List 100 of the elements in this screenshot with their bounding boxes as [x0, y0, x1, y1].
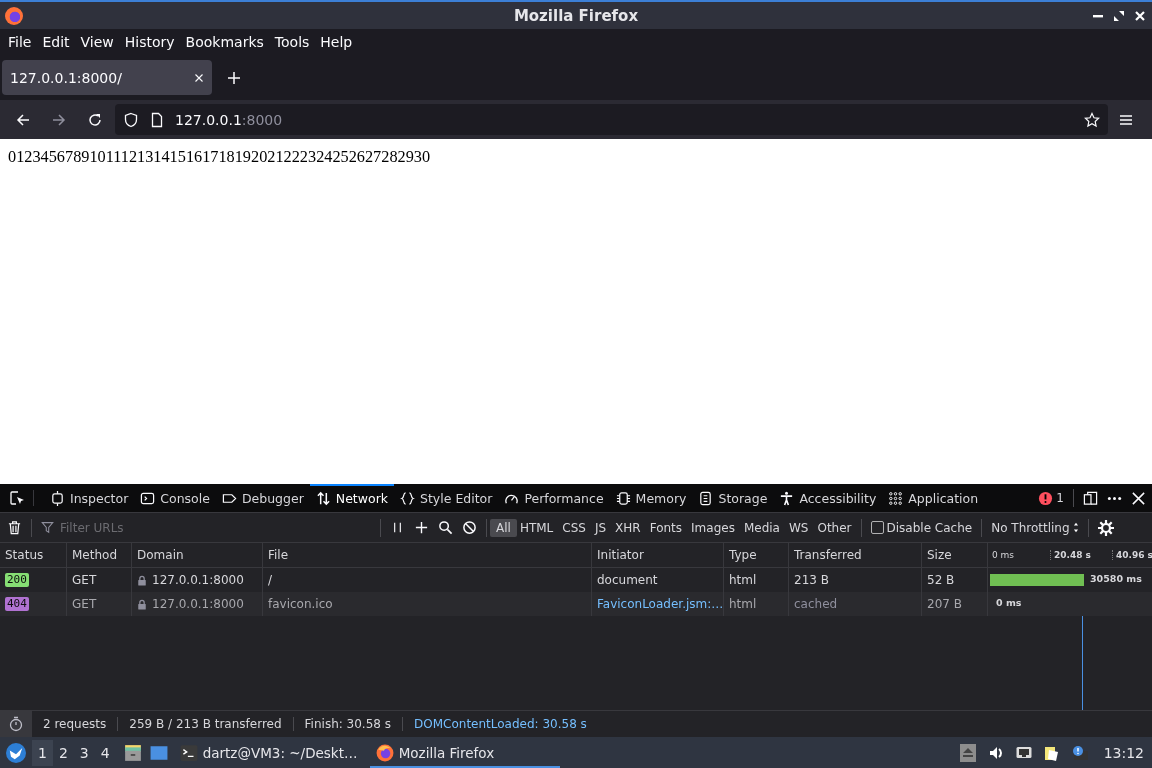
throttling-dropdown[interactable]: No Throttling — [991, 520, 1079, 535]
picker-icon[interactable] — [9, 490, 34, 506]
page-text: 0123456789101112131415161718192021222324252627282930 — [8, 147, 432, 167]
devtools-tab[interactable]: Memory — [609, 484, 693, 512]
tab-title: 127.0.0.1:8000/ — [10, 69, 123, 86]
console-icon — [140, 490, 156, 506]
back-icon[interactable] — [15, 111, 31, 128]
menu-item[interactable]: History — [122, 34, 181, 50]
table-cell: 52 B — [927, 573, 955, 587]
file-cabinet-icon[interactable] — [123, 743, 142, 762]
timing-label: 0 ms — [996, 597, 1022, 608]
filter-icon — [41, 521, 54, 534]
column-header[interactable]: Domain — [137, 548, 184, 562]
menu-item[interactable]: Tools — [272, 34, 316, 50]
search-icon[interactable] — [438, 520, 453, 535]
stopwatch-icon[interactable] — [0, 711, 32, 737]
devtools-tab[interactable]: Application — [882, 484, 985, 512]
table-cell: GET — [72, 573, 97, 587]
filter-field[interactable]: Filter URLs — [58, 519, 362, 536]
trash-icon[interactable] — [7, 520, 22, 535]
lock-icon — [137, 598, 147, 610]
dom-content-loaded-time: DOMContentLoaded: 30.58 s — [413, 717, 588, 731]
transfer-summary: 259 B / 213 B transferred — [118, 717, 294, 731]
person-icon — [779, 490, 795, 506]
info-icon[interactable] — [1071, 743, 1088, 762]
error-icon[interactable] — [1038, 490, 1054, 506]
column-header[interactable]: Method — [72, 548, 117, 562]
devtools-tab[interactable]: Storage — [692, 484, 774, 512]
storage-icon — [698, 490, 714, 506]
menu-item[interactable]: File — [6, 34, 38, 50]
taskbar-item[interactable]: Mozilla Firefox — [369, 737, 560, 768]
firefox-logo-icon — [5, 6, 23, 25]
address-bar[interactable]: 127.0.0.1:8000 — [115, 104, 1108, 135]
disable-cache-checkbox[interactable]: Disable Cache — [870, 520, 973, 535]
column-header[interactable]: Size — [927, 548, 952, 562]
table-cell: cached — [794, 597, 838, 611]
timeline-tick: 0 ms — [992, 550, 1016, 560]
table-cell: 213 B — [794, 573, 829, 587]
menu-item[interactable]: View — [78, 34, 120, 50]
table-cell: 127.0.0.1:8000 — [152, 597, 244, 611]
column-header[interactable]: Transferred — [794, 548, 862, 562]
table-cell: favicon.ico — [268, 597, 333, 611]
table-cell: document — [597, 573, 658, 587]
devtools-tab[interactable]: Style Editor — [394, 484, 499, 512]
table-cell: 207 B — [927, 597, 962, 611]
timing-label: 30580 ms — [1089, 573, 1142, 584]
new-tab-icon[interactable] — [226, 69, 242, 86]
devtools-tab[interactable]: Network — [309, 484, 394, 512]
terminal-icon — [179, 743, 198, 762]
block-icon[interactable] — [462, 520, 477, 535]
table-cell: 127.0.0.1:8000 — [152, 573, 244, 587]
close-icon[interactable] — [1134, 9, 1146, 22]
shield-icon[interactable] — [123, 111, 139, 128]
workspace-button[interactable]: 2 — [52, 739, 74, 766]
finish-time: Finish: 30.58 s — [293, 717, 403, 731]
devtools-tab[interactable]: Accessibility — [773, 484, 883, 512]
lock-icon — [137, 574, 147, 586]
error-count[interactable]: 1 — [1056, 491, 1064, 505]
column-header[interactable]: Initiator — [597, 548, 644, 562]
devtools-tab[interactable]: Debugger — [215, 484, 310, 512]
menu-item[interactable]: Help — [318, 34, 359, 50]
workspace-button[interactable]: 4 — [94, 739, 116, 766]
menu-item[interactable]: Bookmarks — [183, 34, 270, 50]
table-cell: html — [729, 573, 757, 587]
reload-icon[interactable] — [87, 111, 103, 128]
table-cell: html — [729, 597, 757, 611]
column-header[interactable]: Type — [729, 548, 757, 562]
request-count: 2 requests — [32, 717, 119, 731]
browser-tab[interactable]: 127.0.0.1:8000/ — [2, 60, 212, 95]
window-icon[interactable] — [149, 743, 168, 762]
filter-button[interactable]: All — [490, 518, 517, 537]
column-header[interactable]: Status — [5, 548, 44, 562]
plus-icon[interactable] — [414, 520, 429, 535]
devtools-tab[interactable]: Console — [134, 484, 216, 512]
workspace-button[interactable]: 1 — [32, 739, 53, 766]
taskbar-item[interactable]: dartz@VM3: ~/Deskt… — [173, 737, 364, 768]
timeline-tick: 40.96 s — [1112, 550, 1152, 560]
menu-item[interactable]: Edit — [40, 34, 76, 50]
star-icon[interactable] — [1084, 111, 1100, 128]
eject-icon[interactable] — [959, 743, 976, 762]
settings-icon[interactable] — [1097, 519, 1114, 536]
url-text: 127.0.0.1:8000 — [175, 111, 284, 128]
status-code: 404 — [5, 597, 29, 611]
maximize-icon[interactable] — [1113, 9, 1125, 22]
column-header[interactable]: File — [268, 548, 289, 562]
firefox-logo-icon — [375, 743, 394, 762]
window-title: Mozilla Firefox — [513, 6, 639, 25]
clock[interactable]: 13:12 — [1103, 744, 1144, 761]
updown-icon — [1072, 522, 1079, 533]
close-icon[interactable] — [1131, 490, 1146, 506]
devtools-tab[interactable]: Performance — [498, 484, 610, 512]
braces-icon — [400, 490, 415, 506]
timeline-tick: 20.48 s — [1050, 550, 1112, 560]
arrows-icon — [315, 490, 331, 506]
workspace-button[interactable]: 3 — [73, 739, 95, 766]
table-cell: / — [268, 573, 273, 587]
dock-icon[interactable] — [1083, 490, 1098, 506]
grid-icon — [888, 490, 904, 506]
devtools-tab[interactable]: Inspector — [44, 484, 135, 512]
forward-icon[interactable] — [51, 111, 67, 128]
